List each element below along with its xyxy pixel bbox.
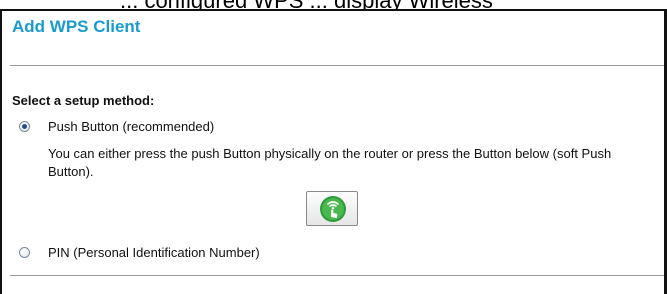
wps-panel: ... configured WPS ... display Wireless … [0,0,667,294]
pin-option-label[interactable]: PIN (Personal Identification Number) [48,245,260,260]
panel-top-border [0,9,667,11]
wps-push-icon [320,196,346,222]
panel-left-border [0,9,2,294]
pin-radio[interactable] [19,247,30,258]
push-button-description: You can either press the push Button phy… [48,146,612,179]
soft-push-button[interactable] [306,191,358,226]
cut-off-header-text: ... configured WPS ... display Wireless [120,0,493,9]
cut-off-header: ... configured WPS ... display Wireless [0,0,667,9]
title-divider [10,65,664,66]
bottom-divider [10,275,664,276]
push-button-radio[interactable] [19,121,30,132]
push-button-option-label[interactable]: Push Button (recommended) [48,119,214,134]
page-title: Add WPS Client [12,17,141,36]
setup-method-label: Select a setup method: [12,93,155,108]
